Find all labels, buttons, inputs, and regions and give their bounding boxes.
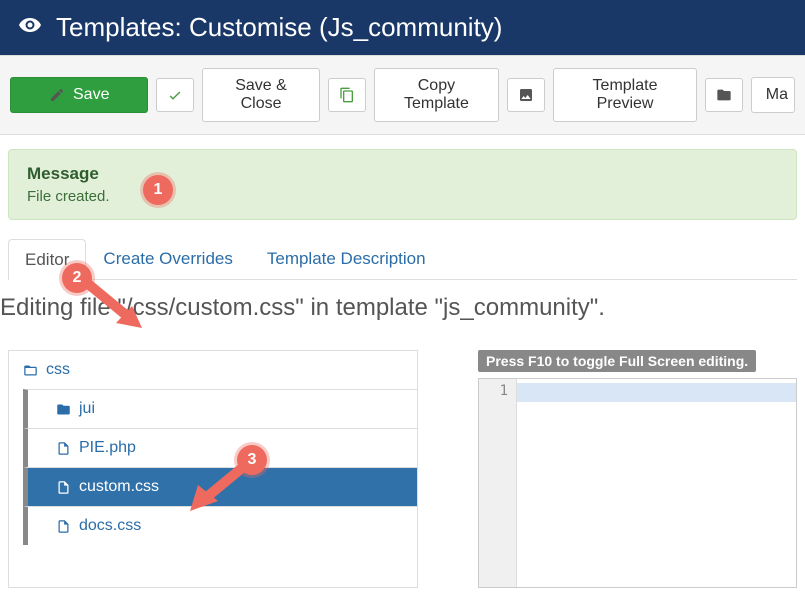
alert-heading: Message	[27, 164, 778, 184]
main-area: css jui PIE.php custom.css docs.css Pres…	[8, 350, 797, 588]
copy-template-icon-button[interactable]	[328, 78, 366, 112]
tab-create-overrides-label: Create Overrides	[103, 249, 232, 268]
file-icon	[56, 441, 71, 456]
template-preview-icon-button[interactable]	[507, 78, 545, 112]
edit-icon	[49, 87, 65, 103]
copy-icon	[339, 87, 355, 103]
gutter-line-1: 1	[500, 383, 508, 399]
code-editor[interactable]: 1	[478, 378, 797, 588]
save-close-label: Save & Close	[217, 77, 304, 113]
folder-open-icon	[23, 363, 38, 378]
save-close-check-button[interactable]	[156, 78, 194, 112]
folder-icon	[56, 402, 71, 417]
tabs: Editor Create Overrides Template Descrip…	[8, 238, 797, 280]
alert-body: File created.	[27, 188, 778, 205]
annotation-1: 1	[143, 175, 173, 205]
editor-hint: Press F10 to toggle Full Screen editing.	[478, 350, 756, 372]
template-preview-button[interactable]: Template Preview	[553, 68, 697, 122]
tree-file-docs-css-label: docs.css	[79, 517, 141, 535]
tree-folder-jui-label: jui	[79, 400, 95, 418]
eye-icon	[18, 13, 42, 42]
tab-template-description[interactable]: Template Description	[250, 238, 443, 279]
toolbar: Save Save & Close Copy Template Template…	[0, 55, 805, 135]
editor-pane: Press F10 to toggle Full Screen editing.…	[478, 350, 797, 588]
tree-file-pie-label: PIE.php	[79, 439, 136, 457]
editor-gutter: 1	[479, 379, 517, 587]
manage-button[interactable]: Ma	[751, 77, 795, 113]
save-close-button[interactable]: Save & Close	[202, 68, 319, 122]
message-alert: Message File created.	[8, 149, 797, 220]
save-label: Save	[73, 86, 109, 104]
image-icon	[518, 87, 534, 103]
manage-icon-button[interactable]	[705, 78, 743, 112]
tree-folder-css[interactable]: css	[9, 350, 417, 389]
file-icon	[56, 519, 71, 534]
manage-label: Ma	[766, 86, 788, 104]
tab-create-overrides[interactable]: Create Overrides	[86, 238, 249, 279]
save-button[interactable]: Save	[10, 77, 148, 113]
copy-template-label: Copy Template	[389, 77, 485, 113]
arrow-3-icon	[182, 463, 252, 518]
copy-template-button[interactable]: Copy Template	[374, 68, 500, 122]
page-header: Templates: Customise (Js_community)	[0, 0, 805, 55]
code-area[interactable]	[517, 379, 796, 587]
folder-icon	[716, 87, 732, 103]
tree-folder-css-label: css	[46, 361, 70, 379]
template-preview-label: Template Preview	[568, 77, 682, 113]
tab-editor-label: Editor	[25, 250, 69, 269]
tree-folder-jui[interactable]: jui	[23, 389, 417, 428]
active-line-highlight	[517, 383, 796, 402]
page-title: Templates: Customise (Js_community)	[56, 12, 502, 43]
tree-file-custom-css-label: custom.css	[79, 478, 159, 496]
tree-file-pie[interactable]: PIE.php	[23, 428, 417, 467]
file-icon	[56, 480, 71, 495]
tab-template-description-label: Template Description	[267, 249, 426, 268]
arrow-2-icon	[82, 278, 152, 338]
check-icon	[167, 87, 183, 103]
